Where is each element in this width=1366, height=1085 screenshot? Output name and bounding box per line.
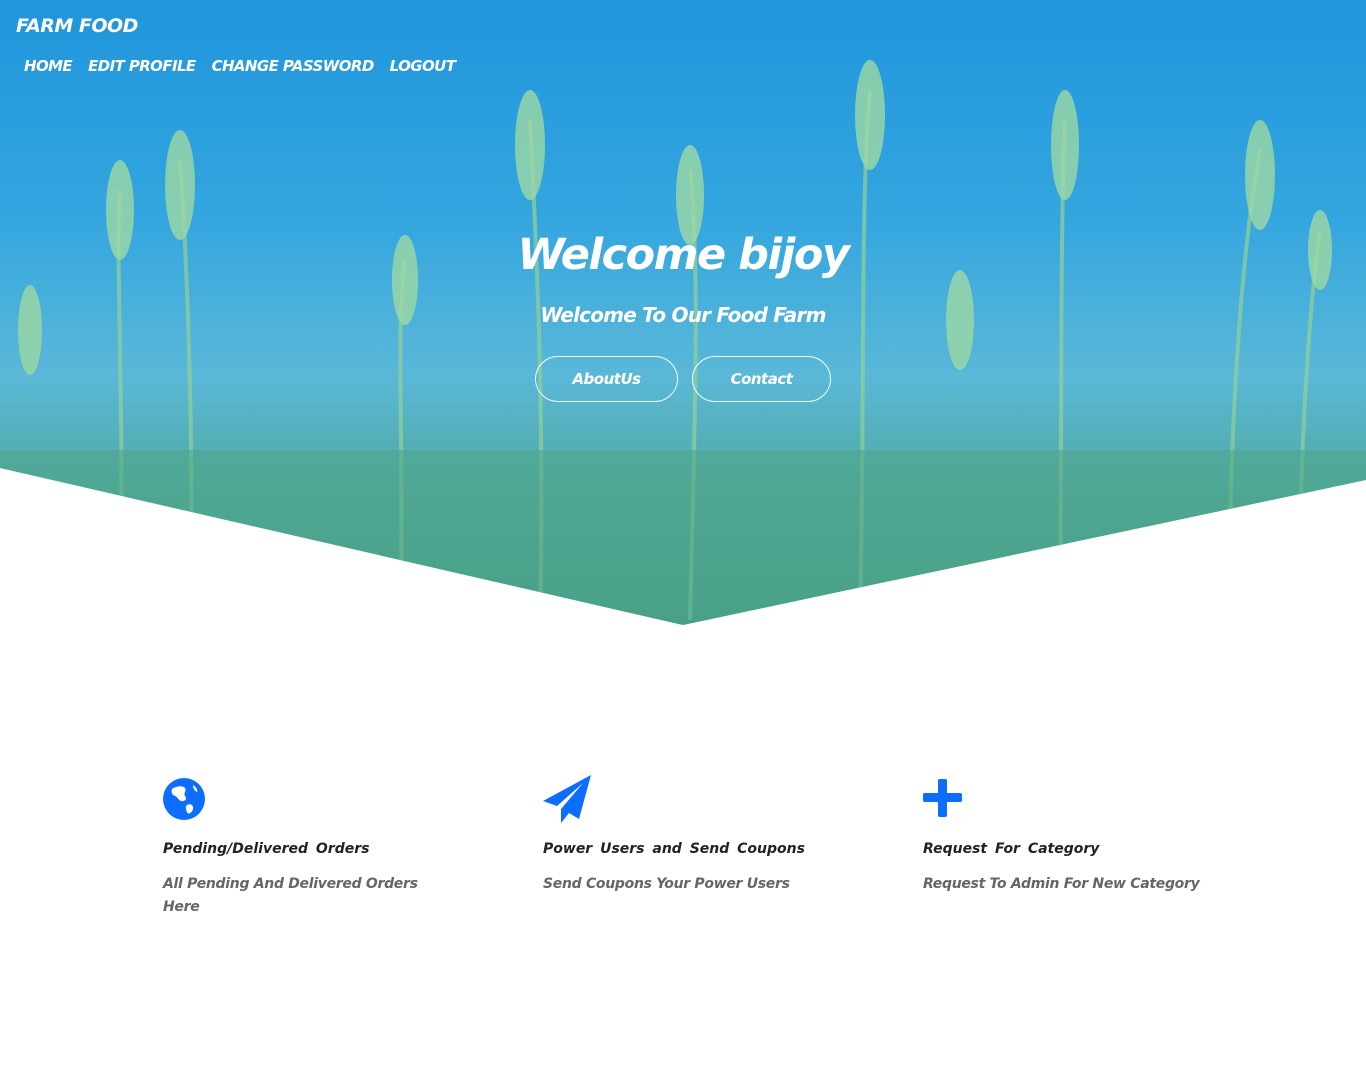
- hero-subtitle: Welcome To Our Food Farm: [540, 303, 826, 327]
- feature-text: Send Coupons Your Power Users: [543, 876, 790, 892]
- feature-category: Request For Category Request To Admin Fo…: [923, 775, 1213, 896]
- hero-buttons: AboutUs Contact: [535, 356, 831, 402]
- feature-text: All Pending And Delivered Orders Here: [163, 876, 418, 915]
- feature-coupons: Power Users and Send Coupons Send Coupon…: [543, 775, 833, 896]
- paper-plane-icon: [543, 775, 591, 823]
- feature-orders: Pending/Delivered Orders All Pending And…: [163, 775, 453, 919]
- globe-icon: [163, 778, 205, 820]
- nav-change-password[interactable]: CHANGE PASSWORD: [212, 57, 375, 75]
- main-nav: HOME EDIT PROFILE CHANGE PASSWORD LOGOUT: [24, 57, 456, 75]
- about-us-button[interactable]: AboutUs: [535, 356, 678, 402]
- nav-logout[interactable]: LOGOUT: [390, 57, 456, 75]
- page-title: Welcome bijoy: [517, 230, 850, 280]
- feature-text: Request To Admin For New Category: [923, 876, 1200, 892]
- contact-button[interactable]: Contact: [692, 356, 831, 402]
- feature-title: Pending/Delivered Orders: [163, 841, 370, 857]
- plus-icon: [923, 779, 962, 817]
- nav-home[interactable]: HOME: [24, 57, 73, 75]
- brand-logo[interactable]: FARM FOOD: [16, 15, 138, 37]
- feature-title: Power Users and Send Coupons: [543, 841, 805, 857]
- feature-title: Request For Category: [923, 841, 1100, 857]
- nav-edit-profile[interactable]: EDIT PROFILE: [88, 57, 196, 75]
